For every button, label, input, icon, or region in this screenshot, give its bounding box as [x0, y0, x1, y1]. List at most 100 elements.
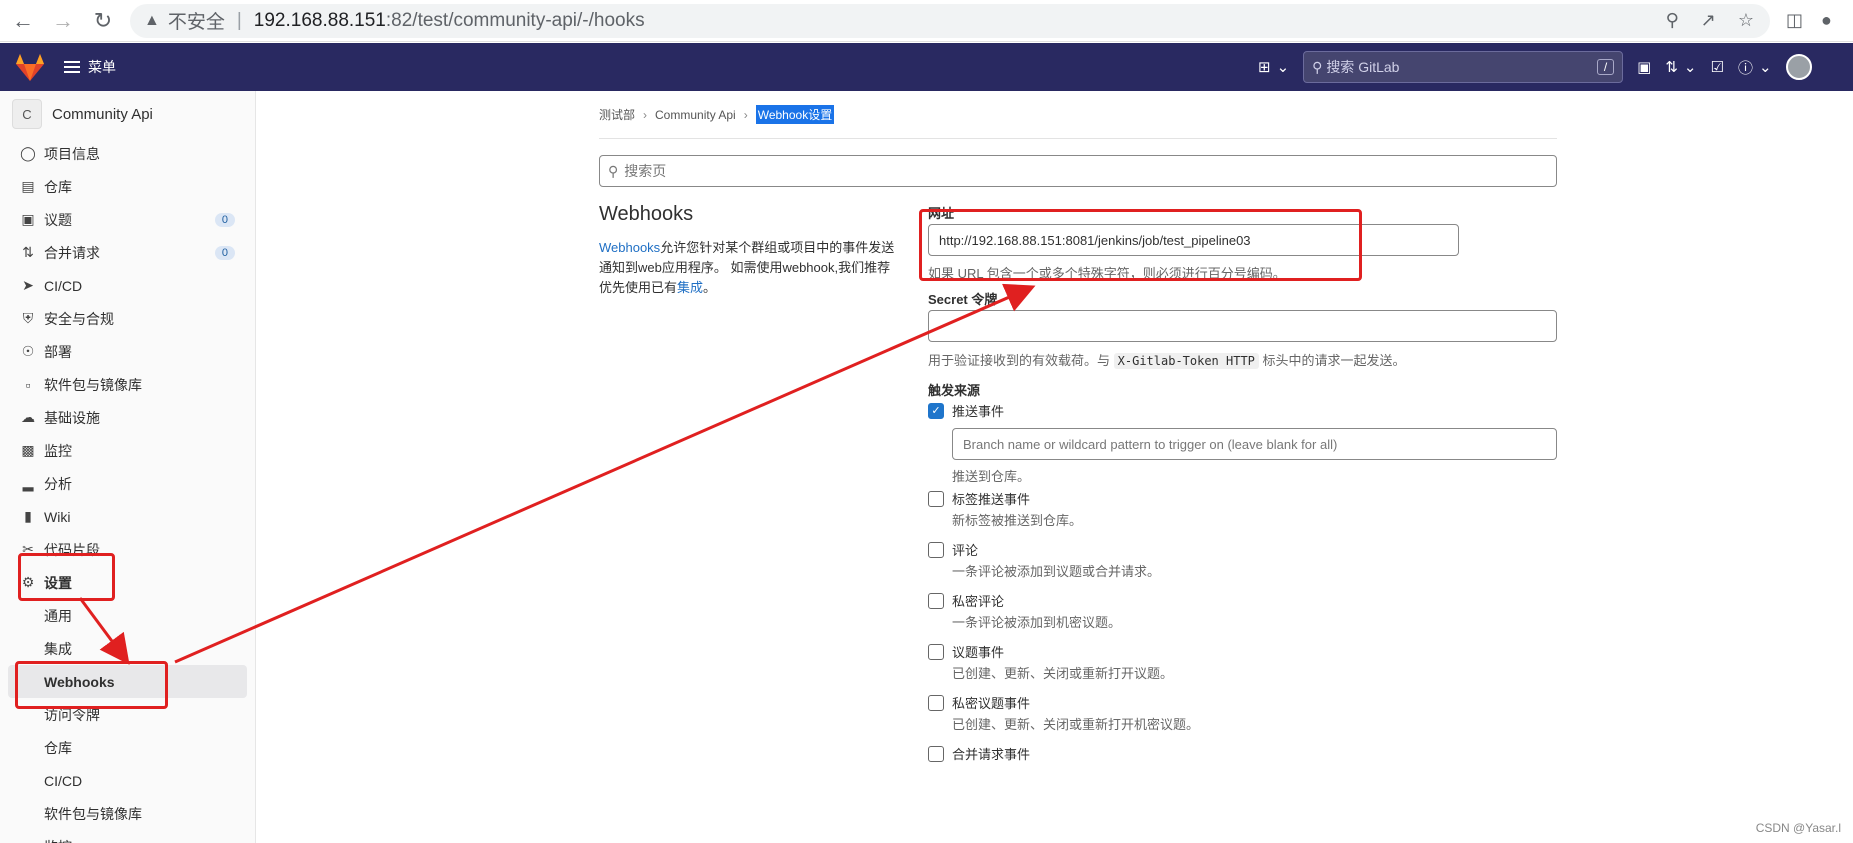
forward-icon[interactable]: → [46, 4, 80, 38]
secret-help-before: 用于验证接收到的有效载荷。与 [928, 353, 1111, 368]
todos-button[interactable]: ☑ [1711, 58, 1724, 76]
hamburger-icon [64, 61, 80, 73]
issues-events-checkbox[interactable] [928, 643, 944, 660]
project-avatar: C [12, 99, 42, 129]
menu-label: 菜单 [88, 59, 116, 75]
sidebar-item-label: 合并请求 [44, 244, 100, 261]
merge-requests-button[interactable]: ⇅ ⌄ [1665, 58, 1696, 76]
profile-icon[interactable]: ● [1821, 10, 1832, 31]
deploy-icon: ☉ [21, 343, 35, 359]
trigger-confidential-issues: 私密议题事件 已创建、更新、关闭或重新打开机密议题。 [928, 693, 1557, 733]
zoom-icon[interactable]: ⚲ [1666, 10, 1679, 31]
trigger-label: 推送事件 [952, 404, 1005, 419]
trigger-tag-push: 标签推送事件 新标签被推送到仓库。 [928, 489, 1557, 529]
new-dropdown-button[interactable]: ⊞ ⌄ [1258, 58, 1289, 76]
sidebar-item-infrastructure[interactable]: ☁ 基础设施 [0, 401, 255, 434]
url-separator: | [236, 9, 242, 31]
url-path: :82/test/community-api/-/hooks [385, 9, 645, 31]
webhooks-doc-link[interactable]: Webhooks [599, 240, 660, 255]
settings-search-input[interactable]: ⚲ 搜索页 [599, 155, 1557, 187]
sidebar-item-project-info[interactable]: ◯ 项目信息 [0, 137, 255, 170]
sidebar-subitem-packages[interactable]: 软件包与镜像库 [0, 797, 255, 830]
star-icon[interactable]: ☆ [1738, 10, 1754, 31]
address-bar[interactable]: ▲ 不安全 | 192.168.88.151:82/test/community… [130, 3, 1770, 38]
issues-button[interactable]: ▣ [1637, 58, 1651, 76]
chevron-down-icon: ⌄ [1758, 59, 1772, 76]
back-icon[interactable]: ← [6, 4, 40, 38]
book-icon: ▮ [24, 508, 32, 524]
secret-help-code: X-Gitlab-Token HTTP [1113, 353, 1259, 369]
main-content: 测试部 › Community Api › Webhook设置 ⚲ 搜索页 We… [599, 91, 1557, 762]
integrations-link[interactable]: 集成 [677, 280, 703, 295]
trigger-confidential-comments: 私密评论 一条评论被添加到机密议题。 [928, 591, 1557, 631]
help-button[interactable]: ⓘ ⌄ [1738, 57, 1772, 78]
trigger-merge-requests: 合并请求事件 [928, 744, 1557, 763]
secret-token-field[interactable] [928, 310, 1557, 342]
sidebar-subitem-monitor[interactable]: 监控 [0, 830, 255, 843]
url-host: 192.168.88.151 [253, 9, 386, 31]
trigger-desc: 已创建、更新、关闭或重新打开议题。 [952, 666, 1174, 681]
annotation-url-box [919, 209, 1362, 281]
sidebar-item-security[interactable]: ⛨ 安全与合规 [0, 302, 255, 335]
avatar[interactable] [1785, 54, 1812, 80]
annotation-webhooks-box [15, 661, 168, 709]
sidebar-item-deploy[interactable]: ☉ 部署 [0, 335, 255, 368]
shield-icon: ⛨ [22, 310, 34, 326]
search-input[interactable]: ⚲ 搜索 GitLab / [1303, 51, 1624, 83]
trigger-desc: 一条评论被添加到机密议题。 [952, 615, 1122, 630]
tag-push-events-checkbox[interactable] [928, 490, 944, 507]
sidebar-subitem-cicd[interactable]: CI/CD [0, 764, 255, 797]
share-icon[interactable]: ↗ [1701, 10, 1716, 31]
confidential-issues-checkbox[interactable] [928, 694, 944, 711]
check-square-icon: ☑ [1710, 59, 1724, 76]
merge-request-events-checkbox[interactable] [928, 745, 944, 762]
count-badge: 0 [214, 212, 235, 227]
sidebar-subitem-repository[interactable]: 仓库 [0, 731, 255, 764]
sidebar-item-label: Wiki [44, 508, 71, 525]
reload-icon[interactable]: ↻ [86, 4, 120, 38]
sidebar-item-monitor[interactable]: ▩ 监控 [0, 434, 255, 467]
sidebar-item-packages[interactable]: ▫ 软件包与镜像库 [0, 368, 255, 401]
comments-checkbox[interactable] [928, 541, 944, 558]
menu-button[interactable]: 菜单 [64, 57, 116, 77]
sidebar-subitem-general[interactable]: 通用 [0, 599, 255, 632]
sidebar-item-analytics[interactable]: ▂ 分析 [0, 467, 255, 500]
confidential-comments-checkbox[interactable] [928, 592, 944, 609]
plus-square-icon: ⊞ [1258, 59, 1271, 76]
branch-filter-input[interactable]: Branch name or wildcard pattern to trigg… [952, 428, 1557, 460]
sidebar-item-wiki[interactable]: ▮ Wiki [0, 500, 255, 533]
push-events-checkbox[interactable]: ✓ [928, 402, 944, 419]
trigger-desc: 一条评论被添加到议题或合并请求。 [952, 564, 1161, 579]
intro-section: Webhooks Webhooks允许您针对某个群组或项目中的事件发送通知到we… [599, 203, 899, 298]
trigger-desc: 推送到仓库。 [952, 469, 1031, 484]
chart-icon: ▂ [22, 475, 34, 491]
breadcrumb-project[interactable]: Community Api [655, 108, 736, 122]
gitlab-topbar: 菜单 ⊞ ⌄ ⚲ 搜索 GitLab / ▣ ⇅ ⌄ ☑ ⓘ ⌄ [0, 43, 1853, 91]
sidebar-item-issues[interactable]: ▣ 议题 0 [0, 203, 255, 236]
breadcrumb-group[interactable]: 测试部 [599, 106, 635, 123]
project-header[interactable]: C Community Api [0, 91, 255, 137]
cloud-icon: ☁ [21, 409, 35, 425]
breadcrumb-current[interactable]: Webhook设置 [755, 105, 835, 124]
help-icon: ⓘ [1737, 59, 1753, 77]
sidebar: C Community Api ◯ 项目信息 ▤ 仓库 ▣ 议题 0 ⇅ 合并请求 0 ➤ C… [0, 91, 256, 843]
annotation-settings-box [18, 553, 115, 601]
sidebar-item-label: 基础设施 [44, 409, 100, 426]
sidebar-item-label: 仓库 [44, 178, 72, 195]
trigger-label: 标签推送事件 [952, 492, 1031, 507]
issues-icon: ▣ [21, 211, 35, 227]
secret-help-after: 标头中的请求一起发送。 [1262, 353, 1406, 368]
rocket-icon: ➤ [22, 277, 34, 293]
intro-text-end: 。 [703, 280, 717, 295]
arrow-to-url [174, 283, 1036, 664]
browser-toolbar: ← → ↻ ▲ 不安全 | 192.168.88.151:82/test/com… [0, 0, 1853, 42]
sidebar-item-label: 软件包与镜像库 [44, 376, 142, 393]
intro-text: Webhooks允许您针对某个群组或项目中的事件发送通知到web应用程序。 如需… [599, 238, 899, 298]
merge-icon: ⇅ [1665, 59, 1678, 76]
sidebar-item-merge-requests[interactable]: ⇅ 合并请求 0 [0, 236, 255, 269]
sidebar-item-repository[interactable]: ▤ 仓库 [0, 170, 255, 203]
sidepanel-icon[interactable]: ◫ [1786, 10, 1803, 31]
gitlab-logo-icon[interactable] [14, 53, 46, 81]
sidebar-item-cicd[interactable]: ➤ CI/CD [0, 269, 255, 302]
sidebar-item-label: 部署 [44, 343, 72, 360]
